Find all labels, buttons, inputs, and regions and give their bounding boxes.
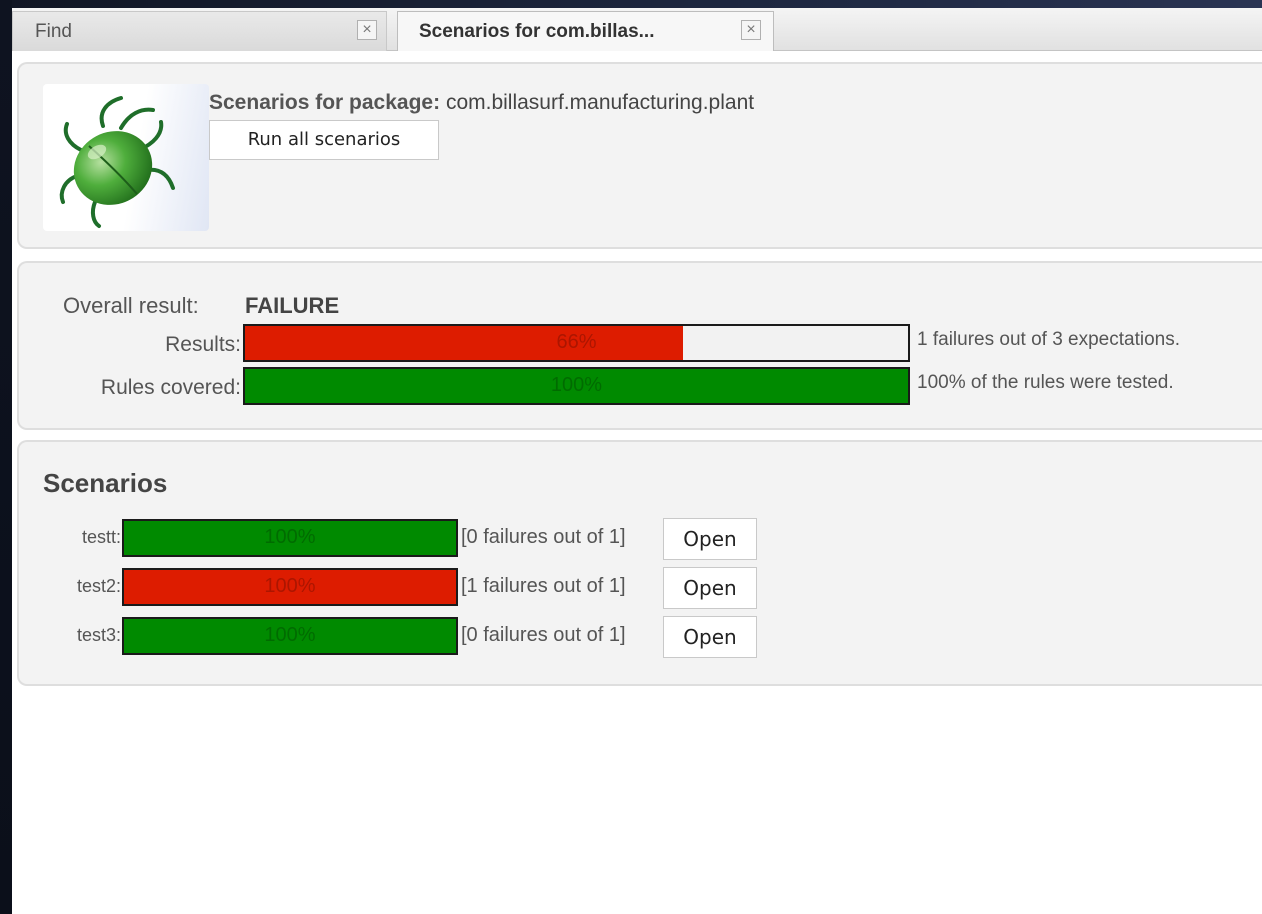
package-label: Scenarios for package: <box>209 91 441 114</box>
results-summary-panel: Overall result: FAILURE Results: 66% 1 f… <box>17 261 1262 430</box>
results-progress-bar: 66% <box>243 324 910 362</box>
window-left-edge <box>0 0 12 914</box>
scenario-percent: 100% <box>264 526 316 548</box>
close-icon[interactable]: × <box>357 20 377 40</box>
desktop-background <box>0 0 1262 8</box>
results-percent: 66% <box>556 331 597 353</box>
scenario-failures-note: [1 failures out of 1] <box>461 575 626 597</box>
open-scenario-button[interactable]: Open <box>663 567 757 609</box>
scenario-progress-bar: 100% <box>122 568 458 606</box>
scenario-name: test3: <box>76 625 121 645</box>
results-label: Results: <box>165 333 241 356</box>
package-line: Scenarios for package: com.billasurf.man… <box>209 91 754 115</box>
rules-covered-progress-bar: 100% <box>243 367 910 405</box>
scenario-progress-bar: 100% <box>122 519 458 557</box>
scenario-progress-bar: 100% <box>122 617 458 655</box>
scenario-percent: 100% <box>264 575 316 597</box>
tab-find[interactable]: Find × <box>12 11 387 51</box>
results-note: 1 failures out of 3 expectations. <box>917 329 1180 350</box>
tab-bar: Find × Scenarios for com.billas... × <box>12 8 1262 51</box>
overall-result-label: Overall result: <box>63 293 199 318</box>
rules-covered-note: 100% of the rules were tested. <box>917 372 1174 393</box>
green-bug-icon <box>43 84 209 231</box>
close-icon[interactable]: × <box>741 20 761 40</box>
overall-result-value: FAILURE <box>245 293 340 318</box>
scenario-failures-note: [0 failures out of 1] <box>461 526 626 548</box>
editor-window: Find × Scenarios for com.billas... × Sce… <box>12 8 1262 914</box>
run-all-scenarios-button[interactable]: Run all scenarios <box>209 120 439 160</box>
package-header-panel: Scenarios for package: com.billasurf.man… <box>17 62 1262 249</box>
scenario-percent: 100% <box>264 624 316 646</box>
package-name: com.billasurf.manufacturing.plant <box>445 91 755 114</box>
tab-scenarios-label: Scenarios for com.billas... <box>419 21 655 42</box>
open-scenario-button[interactable]: Open <box>663 616 757 658</box>
tab-scenarios[interactable]: Scenarios for com.billas... × <box>397 11 774 51</box>
scenarios-title: Scenarios <box>43 468 168 498</box>
scenarios-panel: Scenarios testt: 100% [0 failures out of… <box>17 440 1262 686</box>
scenario-name: test2: <box>76 576 121 596</box>
scenario-name: testt: <box>81 527 121 547</box>
tab-find-label: Find <box>35 21 72 42</box>
scenario-failures-note: [0 failures out of 1] <box>461 624 626 646</box>
rules-covered-percent: 100% <box>550 374 603 396</box>
open-scenario-button[interactable]: Open <box>663 518 757 560</box>
rules-covered-label: Rules covered: <box>100 376 241 399</box>
